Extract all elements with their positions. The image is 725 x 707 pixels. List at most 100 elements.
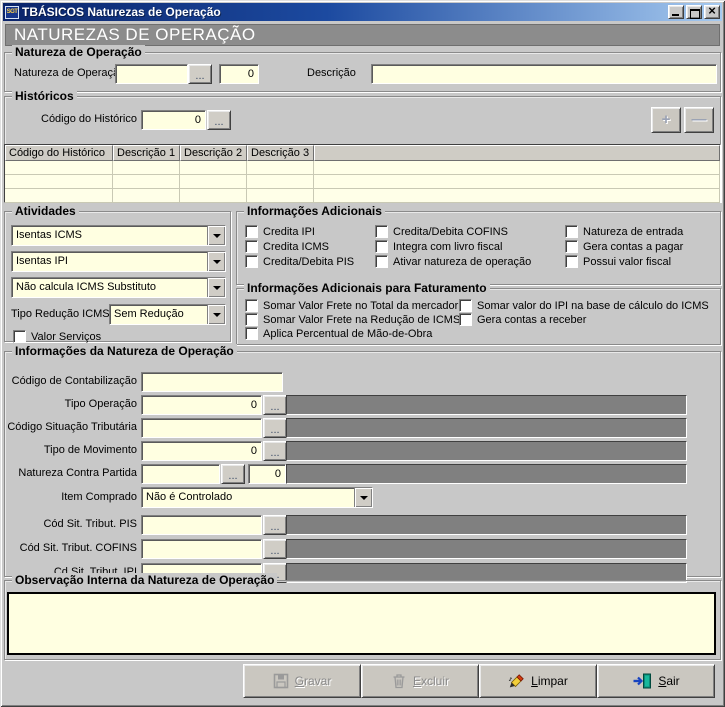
checkbox-box: [245, 313, 258, 326]
checkbox-possui-valor-fiscal[interactable]: Possui valor fiscal: [565, 255, 671, 268]
codigo-situacao-tributaria-input[interactable]: [141, 418, 262, 438]
chevron-down-icon[interactable]: [354, 488, 372, 507]
cod-sit-tribut-pis-readonly: [286, 515, 687, 535]
natureza-lookup-button[interactable]: ...: [188, 64, 212, 84]
grid-header[interactable]: Descrição 2: [180, 145, 247, 161]
natureza-code-input[interactable]: [115, 64, 188, 84]
observacao-textarea[interactable]: [7, 592, 716, 655]
maximize-icon[interactable]: [686, 5, 702, 19]
checkbox-percentual-mao-de-obra[interactable]: Aplica Percentual de Mão-de-Obra: [245, 327, 432, 340]
grid-header[interactable]: Código do Histórico: [5, 145, 113, 161]
dropdown-icms-substituto[interactable]: Não calcula ICMS Substituto: [11, 277, 226, 298]
table-row[interactable]: [5, 175, 720, 189]
codigo-historico-lookup-button[interactable]: ...: [207, 110, 231, 130]
close-icon[interactable]: [704, 5, 720, 19]
save-icon: [273, 673, 289, 689]
group-atividades: Atividades Isentas ICMS Isentas IPI Não …: [4, 211, 231, 342]
checkbox-credita-icms[interactable]: Credita ICMS: [245, 240, 329, 253]
chevron-down-icon[interactable]: [207, 252, 225, 271]
excluir-button[interactable]: Excluir: [361, 664, 479, 698]
tipo-movimento-lookup-button[interactable]: ...: [263, 441, 287, 461]
checkbox-valor-servicos[interactable]: Valor Serviços: [13, 330, 101, 343]
table-row[interactable]: [5, 189, 720, 203]
table-row[interactable]: [5, 161, 720, 175]
chevron-down-icon[interactable]: [207, 305, 225, 324]
cod-sit-tribut-cofins-input[interactable]: [141, 539, 262, 559]
chevron-down-icon[interactable]: [207, 226, 225, 245]
dropdown-icms[interactable]: Isentas ICMS: [11, 225, 226, 246]
group-info-adicionais: Informações Adicionais Credita IPI Credi…: [236, 211, 721, 285]
app-window: SGT TBÁSICOS Naturezas de Operação NATUR…: [0, 0, 725, 707]
exit-door-icon: [632, 673, 652, 689]
group-natureza-operacao: Natureza de Operação Natureza de Operaçã…: [4, 52, 721, 92]
codigo-historico-label: Código do Histórico: [13, 113, 137, 125]
historicos-grid[interactable]: Código do Histórico Descrição 1 Descriçã…: [4, 144, 721, 203]
checkbox-natureza-entrada[interactable]: Natureza de entrada: [565, 225, 683, 238]
field-label: Código Situação Tributária: [5, 421, 137, 433]
minimize-icon[interactable]: [668, 5, 684, 19]
dropdown-item-comprado[interactable]: Não é Controlado: [141, 487, 373, 508]
descricao-input[interactable]: [371, 64, 717, 84]
add-row-button[interactable]: +: [651, 107, 681, 133]
natureza-contra-partida-lookup-button[interactable]: ...: [221, 464, 245, 484]
group-observacao: Observação Interna da Natureza de Operaç…: [4, 580, 721, 660]
codigo-contabilizacao-input[interactable]: [141, 372, 283, 392]
field-label: Tipo de Movimento: [5, 444, 137, 456]
cod-sit-tribut-pis-lookup-button[interactable]: ...: [263, 515, 287, 535]
grid-header[interactable]: Descrição 1: [113, 145, 180, 161]
checkbox-box: [375, 240, 388, 253]
codigo-situacao-tributaria-lookup-button[interactable]: ...: [263, 418, 287, 438]
tipo-operacao-lookup-button[interactable]: ...: [263, 395, 287, 415]
cod-sit-tribut-cofins-readonly: [286, 539, 687, 559]
cod-sit-tribut-pis-input[interactable]: [141, 515, 262, 535]
field-label: Natureza Contra Partida: [5, 467, 137, 479]
checkbox-ipi-base-calculo-icms[interactable]: Somar valor do IPI na base de cálculo do…: [459, 299, 709, 312]
checkbox-integra-livro-fiscal[interactable]: Integra com livro fiscal: [375, 240, 502, 253]
natureza-contra-partida-readonly: [286, 464, 687, 484]
group-title: Natureza de Operação: [12, 45, 145, 59]
checkbox-box: [245, 240, 258, 253]
dropdown-tipo-reducao[interactable]: Sem Redução: [109, 304, 226, 325]
tipo-movimento-input[interactable]: [141, 441, 262, 461]
field-label: Código de Contabilização: [5, 375, 137, 387]
trash-icon: [391, 673, 407, 689]
checkbox-frete-total-mercadoria[interactable]: Somar Valor Frete no Total da mercadoria: [245, 299, 467, 312]
checkbox-frete-reducao-icms[interactable]: Somar Valor Frete na Redução de ICMS: [245, 313, 460, 326]
group-title: Observação Interna da Natureza de Operaç…: [12, 573, 277, 587]
window-title: TBÁSICOS Naturezas de Operação: [22, 5, 666, 19]
grid-header[interactable]: [314, 145, 720, 161]
natureza-label: Natureza de Operação: [14, 67, 125, 79]
natureza-contra-partida-number-input[interactable]: [248, 464, 286, 484]
checkbox-box: [375, 225, 388, 238]
descricao-label: Descrição: [307, 67, 356, 79]
group-info-faturamento: Informações Adicionais para Faturamento …: [236, 288, 721, 345]
checkbox-gera-contas-pagar[interactable]: Gera contas a pagar: [565, 240, 683, 253]
checkbox-ativar-natureza[interactable]: Ativar natureza de operação: [375, 255, 531, 268]
grid-header[interactable]: Descrição 3: [247, 145, 314, 161]
cod-sit-tribut-cofins-lookup-button[interactable]: ...: [263, 539, 287, 559]
grid-header-row: Código do Histórico Descrição 1 Descriçã…: [5, 145, 720, 161]
group-historicos: Históricos Código do Histórico ... + — C…: [4, 96, 721, 202]
group-title: Históricos: [12, 89, 77, 103]
checkbox-credita-ipi[interactable]: Credita IPI: [245, 225, 315, 238]
checkbox-box: [459, 313, 472, 326]
checkbox-credita-debita-cofins[interactable]: Credita/Debita COFINS: [375, 225, 508, 238]
page-title: NATUREZAS DE OPERAÇÃO: [5, 24, 720, 46]
titlebar: SGT TBÁSICOS Naturezas de Operação: [3, 3, 722, 21]
limpar-button[interactable]: Limpar: [479, 664, 597, 698]
natureza-contra-partida-input[interactable]: [141, 464, 220, 484]
group-title: Informações da Natureza de Operação: [12, 344, 237, 358]
checkbox-gera-contas-receber[interactable]: Gera contas a receber: [459, 313, 586, 326]
checkbox-credita-debita-pis[interactable]: Credita/Debita PIS: [245, 255, 354, 268]
remove-row-button[interactable]: —: [684, 107, 714, 133]
field-label: Cód Sit. Tribut. COFINS: [5, 542, 137, 554]
tipo-operacao-input[interactable]: [141, 395, 262, 415]
field-label: Cód Sit. Tribut. PIS: [5, 518, 137, 530]
chevron-down-icon[interactable]: [207, 278, 225, 297]
sair-button[interactable]: Sair: [597, 664, 715, 698]
checkbox-box: [565, 240, 578, 253]
dropdown-ipi[interactable]: Isentas IPI: [11, 251, 226, 272]
natureza-number-input[interactable]: [219, 64, 259, 84]
gravar-button[interactable]: Gravar: [243, 664, 361, 698]
codigo-historico-input[interactable]: [141, 110, 206, 130]
